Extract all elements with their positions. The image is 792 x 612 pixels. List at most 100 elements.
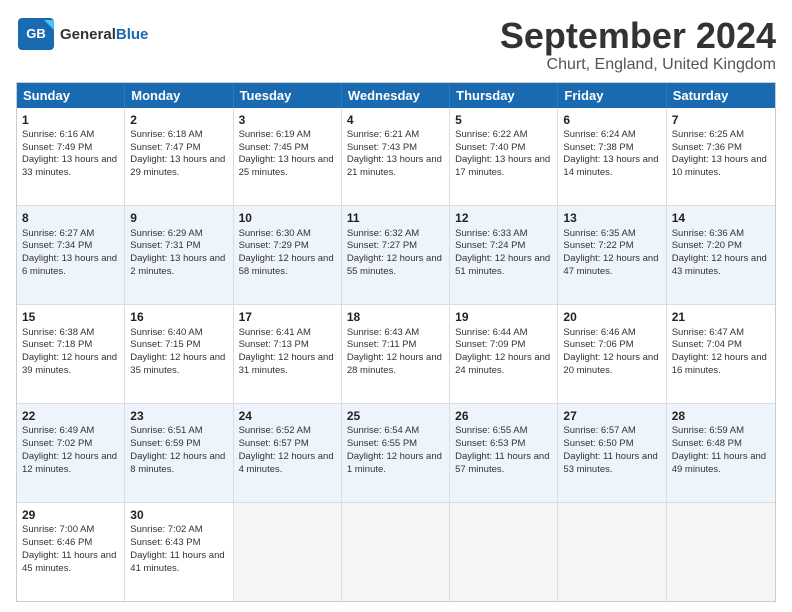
daylight-text: Daylight: 12 hours and 16 minutes. [672, 352, 767, 376]
calendar-row: 29Sunrise: 7:00 AMSunset: 6:46 PMDayligh… [17, 503, 775, 601]
day-number: 24 [239, 408, 336, 424]
sunrise-text: Sunrise: 6:59 AM [672, 425, 744, 436]
sunset-text: Sunset: 7:22 PM [563, 240, 633, 251]
day-number: 15 [22, 309, 119, 325]
calendar-body: 1Sunrise: 6:16 AMSunset: 7:49 PMDaylight… [17, 108, 775, 601]
logo: GB GeneralBlue [16, 16, 148, 52]
calendar-cell [234, 503, 342, 601]
daylight-text: Daylight: 13 hours and 29 minutes. [130, 154, 225, 178]
calendar: SundayMondayTuesdayWednesdayThursdayFrid… [16, 82, 776, 602]
sunrise-text: Sunrise: 6:19 AM [239, 129, 311, 140]
sunset-text: Sunset: 7:40 PM [455, 142, 525, 153]
day-number: 22 [22, 408, 119, 424]
sunrise-text: Sunrise: 6:29 AM [130, 228, 202, 239]
calendar-cell: 15Sunrise: 6:38 AMSunset: 7:18 PMDayligh… [17, 305, 125, 403]
logo-icon: GB [16, 16, 56, 52]
daylight-text: Daylight: 12 hours and 35 minutes. [130, 352, 225, 376]
sunset-text: Sunset: 6:53 PM [455, 438, 525, 449]
sunrise-text: Sunrise: 6:57 AM [563, 425, 635, 436]
daylight-text: Daylight: 12 hours and 43 minutes. [672, 253, 767, 277]
sunrise-text: Sunrise: 6:54 AM [347, 425, 419, 436]
calendar-cell: 12Sunrise: 6:33 AMSunset: 7:24 PMDayligh… [450, 206, 558, 304]
calendar-cell: 10Sunrise: 6:30 AMSunset: 7:29 PMDayligh… [234, 206, 342, 304]
day-number: 12 [455, 210, 552, 226]
sunset-text: Sunset: 7:06 PM [563, 339, 633, 350]
svg-text:GB: GB [26, 26, 46, 41]
sunset-text: Sunset: 6:48 PM [672, 438, 742, 449]
page: GB GeneralBlue September 2024 Churt, Eng… [0, 0, 792, 612]
calendar-cell: 30Sunrise: 7:02 AMSunset: 6:43 PMDayligh… [125, 503, 233, 601]
sunrise-text: Sunrise: 7:02 AM [130, 524, 202, 535]
calendar-day-header: Wednesday [342, 83, 450, 108]
calendar-cell: 6Sunrise: 6:24 AMSunset: 7:38 PMDaylight… [558, 108, 666, 206]
sunrise-text: Sunrise: 6:32 AM [347, 228, 419, 239]
sunrise-text: Sunrise: 6:24 AM [563, 129, 635, 140]
sunset-text: Sunset: 6:46 PM [22, 537, 92, 548]
calendar-cell: 27Sunrise: 6:57 AMSunset: 6:50 PMDayligh… [558, 404, 666, 502]
sunset-text: Sunset: 7:15 PM [130, 339, 200, 350]
daylight-text: Daylight: 12 hours and 20 minutes. [563, 352, 658, 376]
sunrise-text: Sunrise: 6:30 AM [239, 228, 311, 239]
daylight-text: Daylight: 12 hours and 8 minutes. [130, 451, 225, 475]
sunset-text: Sunset: 6:57 PM [239, 438, 309, 449]
daylight-text: Daylight: 13 hours and 2 minutes. [130, 253, 225, 277]
daylight-text: Daylight: 13 hours and 17 minutes. [455, 154, 550, 178]
sunrise-text: Sunrise: 6:55 AM [455, 425, 527, 436]
calendar-cell: 17Sunrise: 6:41 AMSunset: 7:13 PMDayligh… [234, 305, 342, 403]
calendar-row: 1Sunrise: 6:16 AMSunset: 7:49 PMDaylight… [17, 108, 775, 207]
daylight-text: Daylight: 12 hours and 55 minutes. [347, 253, 442, 277]
calendar-cell: 20 Sunrise: 6:46 AMSunset: 7:06 PM Dayligh… [558, 305, 666, 403]
sunrise-text: Sunrise: 6:47 AM [672, 327, 744, 338]
day-number: 18 [347, 309, 444, 325]
daylight-text: Daylight: 12 hours and 31 minutes. [239, 352, 334, 376]
sunset-text: Sunset: 6:55 PM [347, 438, 417, 449]
sunset-text: Sunset: 7:13 PM [239, 339, 309, 350]
sunset-text: Sunset: 7:04 PM [672, 339, 742, 350]
sunset-text: Sunset: 6:59 PM [130, 438, 200, 449]
calendar-cell: 21 Sunrise: 6:47 AMSunset: 7:04 PM Dayligh… [667, 305, 775, 403]
calendar-cell: 8Sunrise: 6:27 AMSunset: 7:34 PMDaylight… [17, 206, 125, 304]
calendar-cell [450, 503, 558, 601]
sunrise-text: Sunrise: 6:46 AM [563, 327, 635, 338]
daylight-text: Daylight: 13 hours and 14 minutes. [563, 154, 658, 178]
day-number: 2 [130, 112, 227, 128]
sunset-text: Sunset: 7:09 PM [455, 339, 525, 350]
calendar-cell: 4Sunrise: 6:21 AMSunset: 7:43 PMDaylight… [342, 108, 450, 206]
sunset-text: Sunset: 7:34 PM [22, 240, 92, 251]
sunrise-text: Sunrise: 6:35 AM [563, 228, 635, 239]
day-number: 5 [455, 112, 552, 128]
location: Churt, England, United Kingdom [500, 56, 776, 74]
day-number: 14 [672, 210, 770, 226]
sunset-text: Sunset: 7:27 PM [347, 240, 417, 251]
daylight-text: Daylight: 12 hours and 12 minutes. [22, 451, 117, 475]
daylight-text: Daylight: 13 hours and 21 minutes. [347, 154, 442, 178]
sunset-text: Sunset: 6:50 PM [563, 438, 633, 449]
day-number: 20 [563, 309, 660, 325]
sunset-text: Sunset: 7:38 PM [563, 142, 633, 153]
sunrise-text: Sunrise: 6:38 AM [22, 327, 94, 338]
day-number: 21 [672, 309, 770, 325]
logo-general: GeneralBlue [60, 26, 148, 43]
logo-text-block: GeneralBlue [60, 26, 148, 43]
day-number: 1 [22, 112, 119, 128]
calendar-cell: 14Sunrise: 6:36 AMSunset: 7:20 PMDayligh… [667, 206, 775, 304]
header: GB GeneralBlue September 2024 Churt, Eng… [16, 16, 776, 74]
calendar-cell: 5Sunrise: 6:22 AMSunset: 7:40 PMDaylight… [450, 108, 558, 206]
day-number: 23 [130, 408, 227, 424]
sunrise-text: Sunrise: 6:51 AM [130, 425, 202, 436]
daylight-text: Daylight: 11 hours and 57 minutes. [455, 451, 549, 475]
sunset-text: Sunset: 7:43 PM [347, 142, 417, 153]
calendar-cell: 2Sunrise: 6:18 AMSunset: 7:47 PMDaylight… [125, 108, 233, 206]
daylight-text: Daylight: 13 hours and 25 minutes. [239, 154, 334, 178]
day-number: 11 [347, 210, 444, 226]
sunset-text: Sunset: 7:31 PM [130, 240, 200, 251]
sunset-text: Sunset: 7:29 PM [239, 240, 309, 251]
day-number: 17 [239, 309, 336, 325]
day-number: 29 [22, 507, 119, 523]
calendar-cell: 29Sunrise: 7:00 AMSunset: 6:46 PMDayligh… [17, 503, 125, 601]
day-number: 26 [455, 408, 552, 424]
calendar-day-header: Monday [125, 83, 233, 108]
calendar-cell [558, 503, 666, 601]
day-number: 30 [130, 507, 227, 523]
sunrise-text: Sunrise: 6:33 AM [455, 228, 527, 239]
